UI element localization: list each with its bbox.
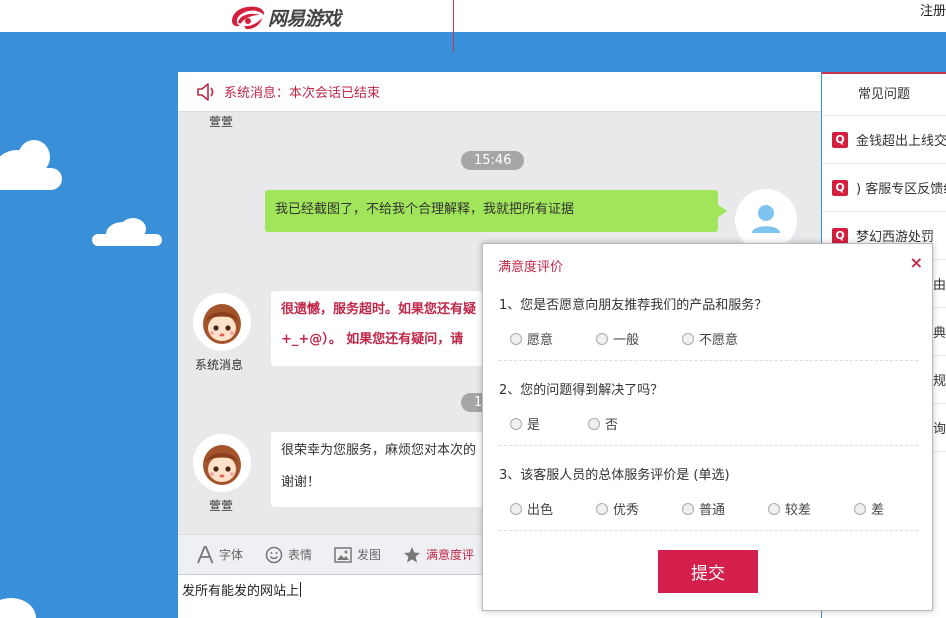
- faq-item-text: 金钱超出上线交: [856, 134, 946, 149]
- radio-circle-icon: [854, 502, 866, 515]
- top-header: 网易游戏 注册: [0, 0, 946, 52]
- radio-circle-icon: [682, 502, 694, 515]
- radio-option[interactable]: 否: [588, 414, 666, 433]
- agent-name-label: 萱萱: [209, 115, 234, 129]
- radio-label: 差: [871, 503, 885, 518]
- faq-item-text: ) 客服专区反馈约: [856, 182, 946, 197]
- radio-circle-icon: [510, 332, 522, 345]
- radio-circle-icon: [682, 332, 694, 345]
- radio-group: 是 否: [499, 414, 918, 433]
- radio-circle-icon: [596, 332, 608, 345]
- radio-label: 否: [605, 418, 619, 433]
- timestamp-pill: 15:46: [461, 151, 525, 170]
- radio-circle-icon: [588, 417, 600, 430]
- netease-logo-icon: [232, 6, 265, 30]
- netease-games-logo[interactable]: 网易游戏: [228, 2, 341, 32]
- user-message-bubble: 我已经截图了，不给我个合理解释，我就把所有证据: [265, 190, 718, 232]
- faq-item-text: 典: [932, 326, 946, 341]
- font-button-label: 字体: [219, 548, 244, 562]
- radio-label: 是: [527, 418, 541, 433]
- system-message-text: 系统消息：本次会话已结束: [224, 86, 381, 101]
- agent-avatar: [193, 434, 251, 492]
- question-badge-icon: Q: [832, 227, 848, 244]
- text-caret: [300, 582, 302, 597]
- question-badge-icon: Q: [832, 179, 848, 196]
- radio-circle-icon: [510, 502, 522, 515]
- close-icon[interactable]: ×: [910, 254, 923, 272]
- question-3: 3、该客服人员的总体服务评价是 (单选) 出色 优秀 普通 较差 差: [499, 464, 918, 518]
- logo-text: 网易游戏: [268, 7, 341, 30]
- question-badge-icon: Q: [832, 131, 848, 148]
- faq-item-text: 规: [932, 374, 946, 389]
- bubble-tail: [717, 204, 727, 218]
- send-image-label: 发图: [357, 548, 382, 562]
- submit-button[interactable]: 提交: [658, 550, 758, 593]
- radio-label: 优秀: [613, 503, 640, 518]
- radio-label: 出色: [527, 503, 554, 518]
- user-message-text: 我已经截图了，不给我个合理解释，我就把所有证据: [275, 202, 575, 217]
- divider: [499, 360, 918, 361]
- question-2: 2、您的问题得到解决了吗？ 是 否: [499, 379, 918, 433]
- smiley-icon: [265, 546, 283, 563]
- question-text: 2、您的问题得到解决了吗？: [499, 383, 664, 398]
- rating-button-label: 满意度评: [426, 548, 475, 562]
- radio-option[interactable]: 不愿意: [682, 329, 768, 348]
- radio-option[interactable]: 是: [510, 414, 588, 433]
- rating-button[interactable]: 满意度评: [403, 546, 474, 564]
- radio-label: 愿意: [527, 333, 554, 348]
- radio-label: 普通: [699, 503, 726, 518]
- question-1: 1、您是否愿意向朋友推荐我们的产品和服务？ 愿意 一般 不愿意: [499, 294, 918, 348]
- satisfaction-dialog: 满意度评价 × 1、您是否愿意向朋友推荐我们的产品和服务？ 愿意 一般 不愿意 …: [482, 243, 933, 611]
- radio-group: 出色 优秀 普通 较差 差: [499, 499, 918, 518]
- faq-title: 常见问题: [822, 74, 946, 116]
- radio-option[interactable]: 一般: [596, 329, 682, 348]
- radio-option[interactable]: 优秀: [596, 499, 682, 518]
- emoji-button[interactable]: 表情: [265, 546, 312, 564]
- user-avatar[interactable]: [735, 189, 797, 251]
- divider: [499, 530, 918, 531]
- dialog-title: 满意度评价: [498, 260, 564, 275]
- system-name-label: 系统消息: [195, 358, 244, 372]
- register-link[interactable]: 注册: [920, 0, 946, 19]
- agent-name-label: 萱萱: [209, 499, 234, 513]
- user-avatar-icon: [735, 189, 797, 251]
- speaker-icon: [197, 82, 214, 101]
- divider: [499, 445, 918, 446]
- faq-item[interactable]: Q 金钱超出上线交: [822, 116, 946, 164]
- question-text: 3、该客服人员的总体服务评价是 (单选): [499, 468, 730, 483]
- radio-circle-icon: [596, 502, 608, 515]
- radio-option[interactable]: 愿意: [510, 329, 596, 348]
- system-message-bar: 系统消息：本次会话已结束: [178, 72, 821, 112]
- question-text: 1、您是否愿意向朋友推荐我们的产品和服务？: [499, 298, 768, 313]
- radio-option[interactable]: 较差: [768, 499, 854, 518]
- font-button[interactable]: 字体: [196, 545, 244, 564]
- radio-circle-icon: [768, 502, 780, 515]
- font-icon: [197, 545, 214, 563]
- radio-option[interactable]: 差: [854, 499, 914, 518]
- radio-label: 较差: [785, 503, 812, 518]
- radio-circle-icon: [510, 417, 522, 430]
- radio-option[interactable]: 普通: [682, 499, 768, 518]
- radio-label: 不愿意: [699, 333, 739, 348]
- radio-label: 一般: [613, 333, 640, 348]
- system-avatar: [193, 293, 251, 351]
- emoji-button-label: 表情: [288, 548, 313, 562]
- radio-group: 愿意 一般 不愿意: [499, 329, 918, 348]
- send-image-button[interactable]: 发图: [334, 546, 381, 563]
- girl-avatar-icon: [193, 434, 251, 492]
- girl-avatar-icon: [193, 293, 251, 351]
- header-divider: [453, 0, 454, 52]
- message-input-text: 发所有能发的网站上: [182, 584, 300, 599]
- faq-item[interactable]: Q ) 客服专区反馈约: [822, 164, 946, 212]
- star-icon: [404, 546, 421, 562]
- image-icon: [334, 546, 352, 563]
- radio-option[interactable]: 出色: [510, 499, 596, 518]
